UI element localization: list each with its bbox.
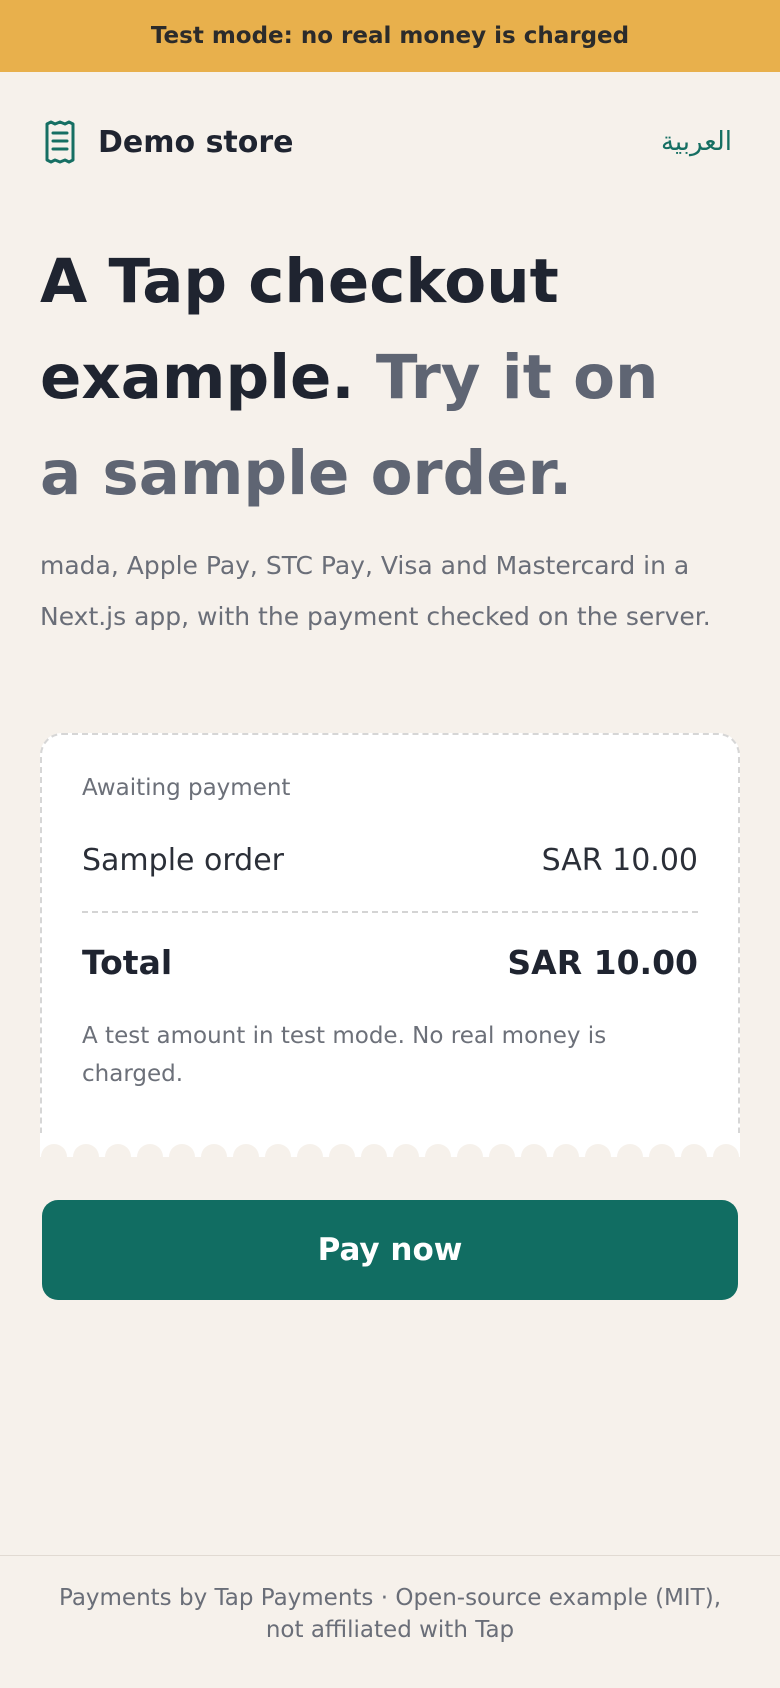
test-amount-note: A test amount in test mode. No real mone… [82,1023,607,1087]
summary-divider [82,911,698,913]
order-summary-card: Awaiting payment Sample order SAR 10.00 … [40,733,740,1157]
order-item-amount: SAR 10.00 [541,843,698,878]
intro-text: mada, Apple Pay, STC Pay, Visa and Maste… [40,551,711,631]
pay-now-button[interactable]: Pay now [42,1200,738,1300]
hero-title: A Tap checkout example. Try it on a samp… [40,234,720,522]
receipt-scalloped-edge [40,1133,740,1157]
payment-status: Awaiting payment [82,775,291,801]
order-total-row: Total SAR 10.00 [82,943,698,982]
receipt-icon [40,119,80,165]
order-line-item: Sample order SAR 10.00 [82,843,698,878]
test-mode-banner-text: Test mode: no real money is charged [150,23,630,49]
test-mode-banner: Test mode: no real money is charged [0,0,780,72]
language-switch-link[interactable]: العربية [661,127,732,157]
brand[interactable]: Demo store [40,119,294,165]
order-item-label: Sample order [82,843,285,878]
brand-name: Demo store [98,124,294,160]
total-amount: SAR 10.00 [507,943,698,982]
footer-divider [0,1555,780,1556]
total-label: Total [82,943,173,982]
page-header: Demo store العربية [40,118,732,166]
footer-text: Payments by Tap Payments · Open-source e… [58,1585,722,1643]
